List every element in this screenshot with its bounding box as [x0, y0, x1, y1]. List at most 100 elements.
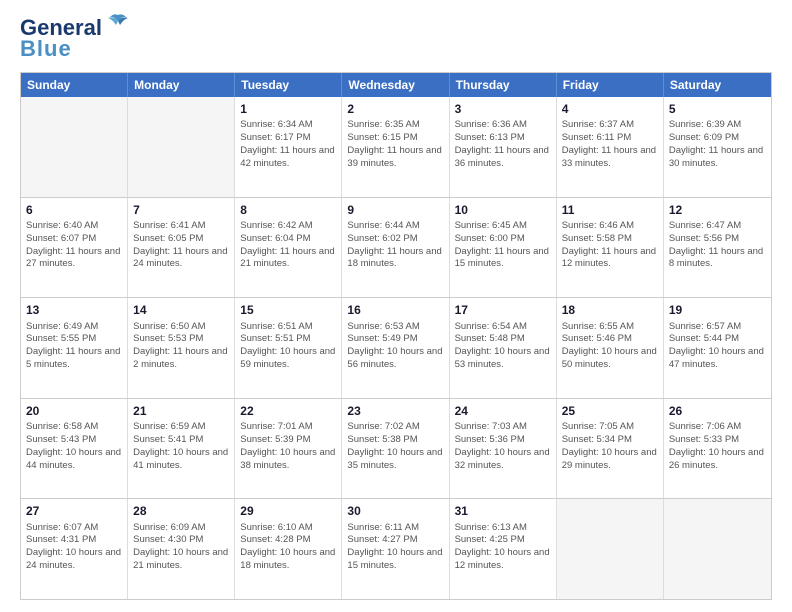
sunrise-text: Sunrise: 6:41 AM — [133, 220, 229, 233]
daylight-text: Daylight: 10 hours and 15 minutes. — [347, 547, 443, 573]
day-number: 6 — [26, 202, 122, 218]
day-number: 25 — [562, 403, 658, 419]
sunset-text: Sunset: 5:48 PM — [455, 333, 551, 346]
day-number: 31 — [455, 503, 551, 519]
day-cell-15: 15Sunrise: 6:51 AMSunset: 5:51 PMDayligh… — [235, 298, 342, 398]
day-number: 19 — [669, 302, 766, 318]
sunset-text: Sunset: 5:58 PM — [562, 233, 658, 246]
page: General Blue SundayMondayTuesdayWednesda… — [0, 0, 792, 612]
sunset-text: Sunset: 6:05 PM — [133, 233, 229, 246]
daylight-text: Daylight: 11 hours and 24 minutes. — [133, 246, 229, 272]
daylight-text: Daylight: 11 hours and 42 minutes. — [240, 145, 336, 171]
day-number: 20 — [26, 403, 122, 419]
sunset-text: Sunset: 6:17 PM — [240, 132, 336, 145]
day-number: 13 — [26, 302, 122, 318]
daylight-text: Daylight: 11 hours and 27 minutes. — [26, 246, 122, 272]
day-cell-1: 1 Sunrise: 6:34 AMSunset: 6:17 PMDaylight… — [235, 97, 342, 197]
sunrise-text: Sunrise: 6:53 AM — [347, 321, 443, 334]
day-number: 17 — [455, 302, 551, 318]
daylight-text: Daylight: 10 hours and 41 minutes. — [133, 447, 229, 473]
daylight-text: Daylight: 10 hours and 59 minutes. — [240, 346, 336, 372]
day-number: 10 — [455, 202, 551, 218]
sunrise-text: Sunrise: 6:34 AM — [240, 119, 336, 132]
day-number: 18 — [562, 302, 658, 318]
header-day-friday: Friday — [557, 73, 664, 97]
header-day-sunday: Sunday — [21, 73, 128, 97]
sunset-text: Sunset: 4:27 PM — [347, 534, 443, 547]
header-day-thursday: Thursday — [450, 73, 557, 97]
day-number: 9 — [347, 202, 443, 218]
sunrise-text: Sunrise: 6:57 AM — [669, 321, 766, 334]
calendar-header: SundayMondayTuesdayWednesdayThursdayFrid… — [21, 73, 771, 97]
sunset-text: Sunset: 5:39 PM — [240, 434, 336, 447]
daylight-text: Daylight: 10 hours and 44 minutes. — [26, 447, 122, 473]
daylight-text: Daylight: 11 hours and 18 minutes. — [347, 246, 443, 272]
daylight-text: Daylight: 11 hours and 12 minutes. — [562, 246, 658, 272]
logo: General Blue — [20, 16, 132, 62]
day-cell-18: 18Sunrise: 6:55 AMSunset: 5:46 PMDayligh… — [557, 298, 664, 398]
day-cell-22: 22Sunrise: 7:01 AMSunset: 5:39 PMDayligh… — [235, 399, 342, 499]
header-day-wednesday: Wednesday — [342, 73, 449, 97]
day-number: 3 — [455, 101, 551, 117]
day-number: 12 — [669, 202, 766, 218]
day-cell-27: 27Sunrise: 6:07 AMSunset: 4:31 PMDayligh… — [21, 499, 128, 599]
sunset-text: Sunset: 6:11 PM — [562, 132, 658, 145]
day-cell-28: 28Sunrise: 6:09 AMSunset: 4:30 PMDayligh… — [128, 499, 235, 599]
day-cell-17: 17Sunrise: 6:54 AMSunset: 5:48 PMDayligh… — [450, 298, 557, 398]
sunset-text: Sunset: 5:51 PM — [240, 333, 336, 346]
day-number: 7 — [133, 202, 229, 218]
day-number: 5 — [669, 101, 766, 117]
empty-cell — [21, 97, 128, 197]
daylight-text: Daylight: 10 hours and 35 minutes. — [347, 447, 443, 473]
sunrise-text: Sunrise: 7:03 AM — [455, 421, 551, 434]
day-cell-7: 7 Sunrise: 6:41 AMSunset: 6:05 PMDaylight… — [128, 198, 235, 298]
daylight-text: Daylight: 11 hours and 36 minutes. — [455, 145, 551, 171]
sunrise-text: Sunrise: 6:59 AM — [133, 421, 229, 434]
daylight-text: Daylight: 10 hours and 47 minutes. — [669, 346, 766, 372]
day-cell-3: 3Sunrise: 6:36 AMSunset: 6:13 PMDaylight… — [450, 97, 557, 197]
day-number: 8 — [240, 202, 336, 218]
sunrise-text: Sunrise: 6:54 AM — [455, 321, 551, 334]
header-day-tuesday: Tuesday — [235, 73, 342, 97]
sunset-text: Sunset: 6:07 PM — [26, 233, 122, 246]
day-cell-11: 11Sunrise: 6:46 AMSunset: 5:58 PMDayligh… — [557, 198, 664, 298]
day-cell-24: 24Sunrise: 7:03 AMSunset: 5:36 PMDayligh… — [450, 399, 557, 499]
day-cell-25: 25Sunrise: 7:05 AMSunset: 5:34 PMDayligh… — [557, 399, 664, 499]
daylight-text: Daylight: 10 hours and 12 minutes. — [455, 547, 551, 573]
sunrise-text: Sunrise: 6:36 AM — [455, 119, 551, 132]
day-number: 2 — [347, 101, 443, 117]
sunset-text: Sunset: 4:30 PM — [133, 534, 229, 547]
logo-blue: Blue — [20, 36, 72, 62]
sunset-text: Sunset: 6:09 PM — [669, 132, 766, 145]
sunrise-text: Sunrise: 7:05 AM — [562, 421, 658, 434]
day-number: 1 — [240, 101, 336, 117]
day-cell-12: 12Sunrise: 6:47 AMSunset: 5:56 PMDayligh… — [664, 198, 771, 298]
sunset-text: Sunset: 4:31 PM — [26, 534, 122, 547]
daylight-text: Daylight: 10 hours and 26 minutes. — [669, 447, 766, 473]
sunset-text: Sunset: 5:41 PM — [133, 434, 229, 447]
day-cell-19: 19Sunrise: 6:57 AMSunset: 5:44 PMDayligh… — [664, 298, 771, 398]
day-cell-10: 10Sunrise: 6:45 AMSunset: 6:00 PMDayligh… — [450, 198, 557, 298]
empty-cell — [557, 499, 664, 599]
sunset-text: Sunset: 5:46 PM — [562, 333, 658, 346]
sunset-text: Sunset: 5:38 PM — [347, 434, 443, 447]
day-number: 29 — [240, 503, 336, 519]
calendar-week-2: 6Sunrise: 6:40 AMSunset: 6:07 PMDaylight… — [21, 197, 771, 298]
empty-cell — [128, 97, 235, 197]
day-cell-9: 9Sunrise: 6:44 AMSunset: 6:02 PMDaylight… — [342, 198, 449, 298]
daylight-text: Daylight: 10 hours and 56 minutes. — [347, 346, 443, 372]
calendar-week-4: 20Sunrise: 6:58 AMSunset: 5:43 PMDayligh… — [21, 398, 771, 499]
day-number: 30 — [347, 503, 443, 519]
sunrise-text: Sunrise: 6:07 AM — [26, 522, 122, 535]
daylight-text: Daylight: 11 hours and 15 minutes. — [455, 246, 551, 272]
sunset-text: Sunset: 6:04 PM — [240, 233, 336, 246]
sunrise-text: Sunrise: 6:42 AM — [240, 220, 336, 233]
day-cell-2: 2Sunrise: 6:35 AMSunset: 6:15 PMDaylight… — [342, 97, 449, 197]
daylight-text: Daylight: 10 hours and 18 minutes. — [240, 547, 336, 573]
day-number: 11 — [562, 202, 658, 218]
sunset-text: Sunset: 5:55 PM — [26, 333, 122, 346]
daylight-text: Daylight: 10 hours and 50 minutes. — [562, 346, 658, 372]
header-day-saturday: Saturday — [664, 73, 771, 97]
sunrise-text: Sunrise: 6:10 AM — [240, 522, 336, 535]
sunrise-text: Sunrise: 6:39 AM — [669, 119, 766, 132]
